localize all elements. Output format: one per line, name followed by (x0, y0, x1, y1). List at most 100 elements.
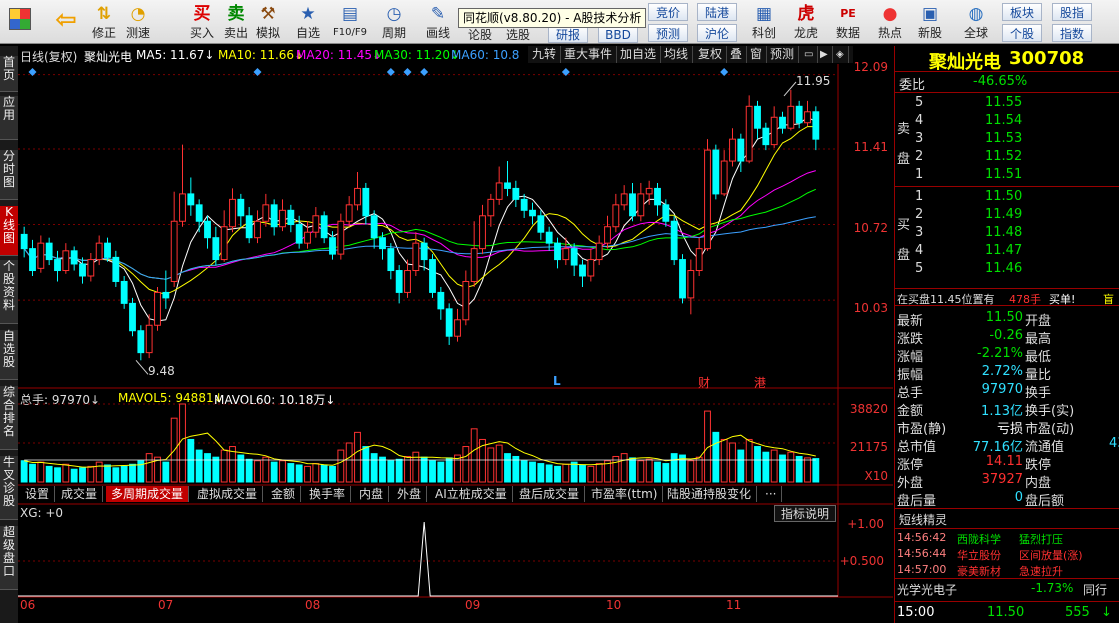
event-marker-hk[interactable]: 港 (754, 374, 766, 391)
volume-bar (712, 431, 720, 483)
simulate-button[interactable]: ⚒ 模拟 (252, 2, 284, 42)
candle-body (612, 204, 620, 228)
global-button[interactable]: ◍ 全球 (954, 2, 998, 42)
candle-body (112, 256, 120, 282)
candle-body (570, 248, 578, 266)
new-stock-button[interactable]: ▣ 新股 (912, 2, 948, 42)
stat-label: 市盈(静) (897, 422, 947, 437)
volume-bar (429, 460, 436, 483)
volume-bar (695, 456, 703, 483)
nav-ranking[interactable]: 综合排名 (0, 386, 18, 450)
data-button[interactable]: PE 数据 (828, 2, 868, 42)
back-button[interactable]: ⇦ (50, 2, 82, 42)
event-marker-earnings[interactable]: 财 (698, 374, 710, 391)
bid-price: 11.47 (985, 243, 1023, 258)
stat-label: 涨停 (897, 458, 924, 473)
period-button[interactable]: ◷ 周期 (374, 2, 414, 42)
stock-button[interactable]: 个股 (1002, 24, 1042, 42)
volume-bar (787, 451, 795, 483)
star-market-button[interactable]: ▦ 科创 (744, 2, 784, 42)
candle-body (787, 105, 795, 129)
candle-body (337, 220, 345, 255)
candle-body (462, 280, 470, 321)
nav-diagnosis[interactable]: 牛叉诊股 (0, 456, 18, 520)
candle-body (745, 105, 753, 162)
volume-bar (195, 449, 203, 483)
forecast-button[interactable]: 预测 (648, 24, 688, 42)
news-stock[interactable]: 豪美新材 (957, 563, 1001, 579)
stock-index-button[interactable]: 股指 (1052, 3, 1092, 21)
nav-stock-info[interactable]: 个股资料 (0, 260, 18, 324)
sh-london-button[interactable]: 沪伦 (697, 24, 737, 42)
volume-bar (387, 460, 395, 483)
kline-chart-area: 日线(复权) 聚灿光电 MA5: 11.67↓ MA10: 11.66↓ MA2… (18, 46, 893, 623)
dragon-tiger-button[interactable]: 虎龙虎 (786, 2, 826, 42)
toolbar-button-menu[interactable] (4, 2, 36, 42)
ma5-line (23, 116, 817, 322)
index-button[interactable]: 指数 (1052, 24, 1092, 42)
candle-body (195, 204, 203, 222)
sector-change: -1.73% (1031, 581, 1074, 595)
volume-bar (495, 444, 503, 483)
candle-body (504, 182, 511, 189)
candle-body (154, 291, 161, 326)
nav-home[interactable]: 首页 (0, 56, 18, 92)
arrow-left-icon: ⇦ (55, 5, 77, 35)
buy-button[interactable]: 买买入 (186, 2, 218, 42)
nav-apps[interactable]: 应用 (0, 96, 18, 140)
low-price-label: 9.48 (148, 364, 175, 378)
watchlist-button[interactable]: ★ 自选 (288, 2, 328, 42)
candle-body (254, 220, 261, 239)
draw-line-button[interactable]: ✎ 画线 (418, 2, 458, 42)
nav-kline[interactable]: K线图 (0, 206, 18, 256)
sector-peers[interactable]: 同行 (1083, 581, 1107, 598)
volume-bar (20, 460, 28, 483)
candle-body (512, 187, 520, 200)
nav-super-book[interactable]: 超级盘口 (0, 526, 18, 590)
hk-link-button[interactable]: 陆港 (697, 3, 737, 21)
candle-body (87, 259, 95, 277)
hotspot-button[interactable]: ● 热点 (870, 2, 910, 42)
toolbar-button-fix[interactable]: ⇅ 修正 (88, 2, 120, 42)
volume-bar (354, 431, 361, 483)
volume-bar (379, 456, 386, 483)
toolbar-button-speed[interactable]: ◔ 测速 (122, 2, 154, 42)
candle-body (37, 242, 45, 269)
volume-bar (754, 446, 761, 483)
sector-button[interactable]: 板块 (1002, 3, 1042, 21)
main-toolbar: ⇦ ⇅ 修正 ◔ 测速 买买入 卖卖出 ⚒ 模拟 ★ 自选 ▤ F10/F9 ◷ 周期 ✎ 画… (0, 0, 1119, 44)
candle-body (529, 209, 536, 217)
auction-button[interactable]: 竞价 (648, 3, 688, 21)
kline-svg[interactable] (18, 46, 893, 623)
f10-button[interactable]: ▤ F10/F9 (330, 2, 370, 42)
stat-label: 盘后量 (897, 494, 937, 509)
candle-body (695, 248, 703, 272)
nav-timeshare[interactable]: 分时图 (0, 150, 18, 200)
candle-body (270, 204, 278, 228)
nav-watchlist[interactable]: 自选股 (0, 330, 18, 380)
candle-body (587, 259, 595, 277)
sector-row[interactable]: 光学光电子 -1.73% 同行 (895, 578, 1119, 598)
tick-time: 15:00 (897, 605, 935, 620)
grid-icon (9, 8, 31, 30)
volume-bar (204, 453, 211, 483)
event-marker-l[interactable]: L (553, 374, 561, 388)
tick-price: 11.50 (987, 605, 1025, 620)
news-stock[interactable]: 西陇科学 (957, 531, 1001, 547)
stat-label: 最高 (1025, 332, 1052, 347)
volume-bar (470, 428, 478, 483)
ticker-overflow: 盲 (1103, 293, 1114, 306)
candle-body (379, 237, 386, 250)
candle-body (412, 242, 420, 272)
new-stock-icon: ▣ (921, 4, 939, 24)
stat-value: -0.26 (989, 328, 1023, 343)
candle-body (654, 187, 661, 206)
stat-label: 总市值 (897, 440, 937, 455)
candle-body (170, 220, 178, 282)
news-stock[interactable]: 华立股份 (957, 547, 1001, 563)
volume-bar (279, 460, 286, 483)
candle-body (795, 105, 803, 124)
stat-label: 换手(实) (1025, 404, 1075, 419)
toolbar-label: 热点 (877, 26, 902, 40)
sell-button[interactable]: 卖卖出 (220, 2, 252, 42)
